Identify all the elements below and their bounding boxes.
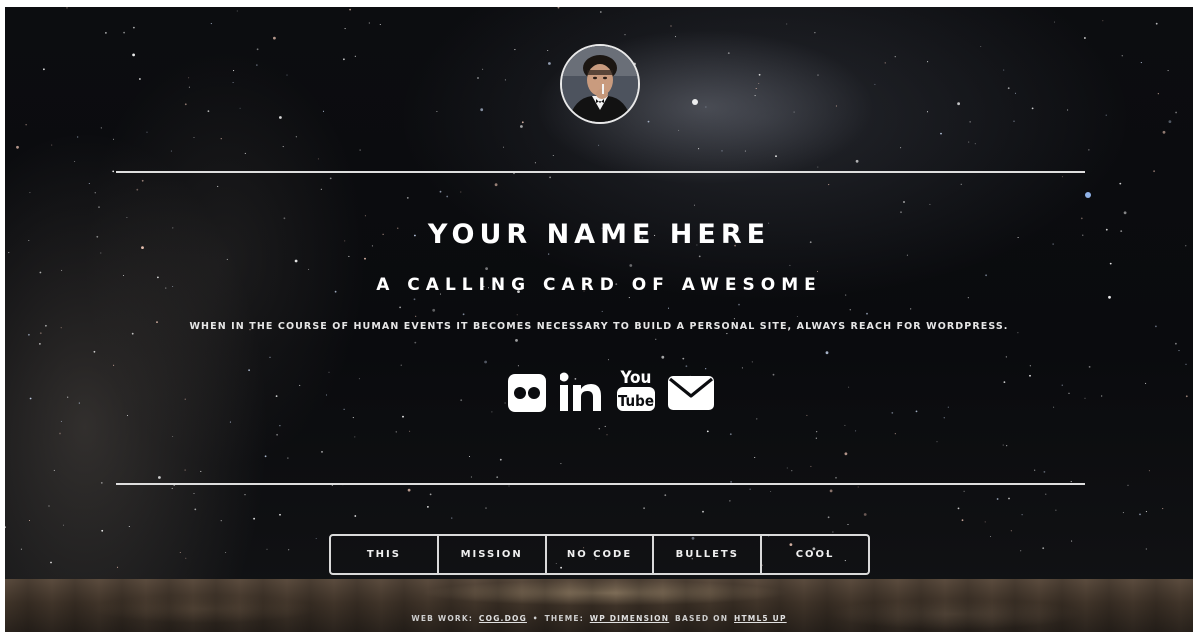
footer-separator: • [532, 614, 539, 623]
footer-theme-link[interactable]: WP DIMENSION [590, 614, 670, 623]
avatar[interactable] [560, 44, 640, 124]
email-icon[interactable] [667, 375, 715, 411]
svg-text:Tube: Tube [618, 392, 654, 410]
social-links: You Tube [505, 367, 720, 415]
page-background: YOUR NAME HERE A CALLING CARD OF AWESOME… [5, 7, 1193, 632]
linkedin-icon[interactable] [560, 372, 602, 412]
nav-item-mission[interactable]: MISSION [439, 536, 547, 573]
tagline: A CALLING CARD OF AWESOME [376, 275, 822, 295]
footer-html5up-link[interactable]: HTML5 UP [734, 614, 787, 623]
divider-top [116, 171, 1085, 173]
nav-item-no-code[interactable]: NO CODE [547, 536, 655, 573]
page-title: YOUR NAME HERE [427, 219, 771, 250]
divider-bottom [116, 483, 1085, 485]
description-text: WHEN IN THE COURSE OF HUMAN EVENTS IT BE… [189, 321, 1009, 332]
nav-item-cool[interactable]: COOL [762, 536, 868, 573]
main-nav: THIS MISSION NO CODE BULLETS COOL [329, 534, 870, 575]
youtube-icon[interactable]: You Tube [615, 367, 657, 413]
svg-text:You: You [620, 368, 652, 388]
footer-credits: WEB WORK: COG.DOG • THEME: WP DIMENSION … [5, 614, 1193, 623]
nav-item-bullets[interactable]: BULLETS [654, 536, 763, 573]
flickr-icon[interactable] [508, 374, 546, 412]
footer-web-work-label: WEB WORK: [411, 614, 474, 623]
footer-based-on-label: BASED ON [675, 614, 729, 623]
nav-item-this[interactable]: THIS [331, 536, 439, 573]
footer-theme-label: THEME: [544, 614, 584, 623]
footer-cog-dog-link[interactable]: COG.DOG [479, 614, 527, 623]
